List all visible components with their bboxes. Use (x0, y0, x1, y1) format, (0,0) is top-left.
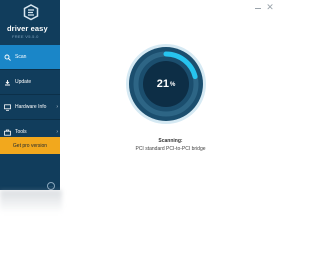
window-controls: ✕ (252, 2, 276, 12)
close-button[interactable]: ✕ (264, 2, 276, 12)
main-panel: 21% Scanning: PCI standard PCI-to-PCI br… (61, 0, 280, 270)
scan-status-detail: PCI standard PCI-to-PCI bridge (135, 146, 206, 152)
version-label: FREE V5.5.0 (12, 34, 39, 39)
monitor-icon (4, 103, 11, 111)
sidebar-item-label: Update (15, 79, 32, 85)
sidebar-item-scan[interactable]: Scan (0, 45, 60, 69)
sidebar-item-label: Hardware Info (15, 104, 47, 110)
toolbox-icon (4, 129, 11, 136)
get-pro-version-button[interactable]: Get pro version (0, 137, 60, 154)
logo-area: driver easy FREE V5.5.0 (0, 0, 60, 44)
minimize-icon (255, 8, 261, 9)
percent-sign: % (169, 82, 176, 88)
search-icon (4, 54, 11, 61)
brand-name: driver easy (7, 24, 48, 33)
chevron-right-icon: › (56, 104, 58, 110)
sidebar-item-hardware-info[interactable]: Hardware Info › (0, 95, 60, 119)
sidebar: driver easy FREE V5.5.0 Scan Update Hard… (0, 0, 60, 190)
app-window: ✕ driver easy FREE V5.5.0 Scan Update Ha… (0, 0, 280, 270)
update-icon (4, 79, 11, 86)
minimize-button[interactable] (252, 2, 264, 12)
chat-icon[interactable]: … (47, 182, 55, 190)
driver-easy-logo-icon (23, 4, 39, 21)
sidebar-item-update[interactable]: Update (0, 70, 60, 94)
sidebar-nav: Scan Update Hardware Info › Tools › (0, 45, 60, 144)
scan-percent: 21% (125, 43, 207, 125)
percent-value: 21 (156, 78, 169, 90)
chevron-right-icon: › (56, 129, 58, 135)
sidebar-item-label: Tools (15, 129, 27, 135)
scan-status-title: Scanning: (158, 138, 183, 144)
sidebar-shadow (0, 190, 62, 212)
sidebar-item-label: Scan (15, 54, 27, 60)
